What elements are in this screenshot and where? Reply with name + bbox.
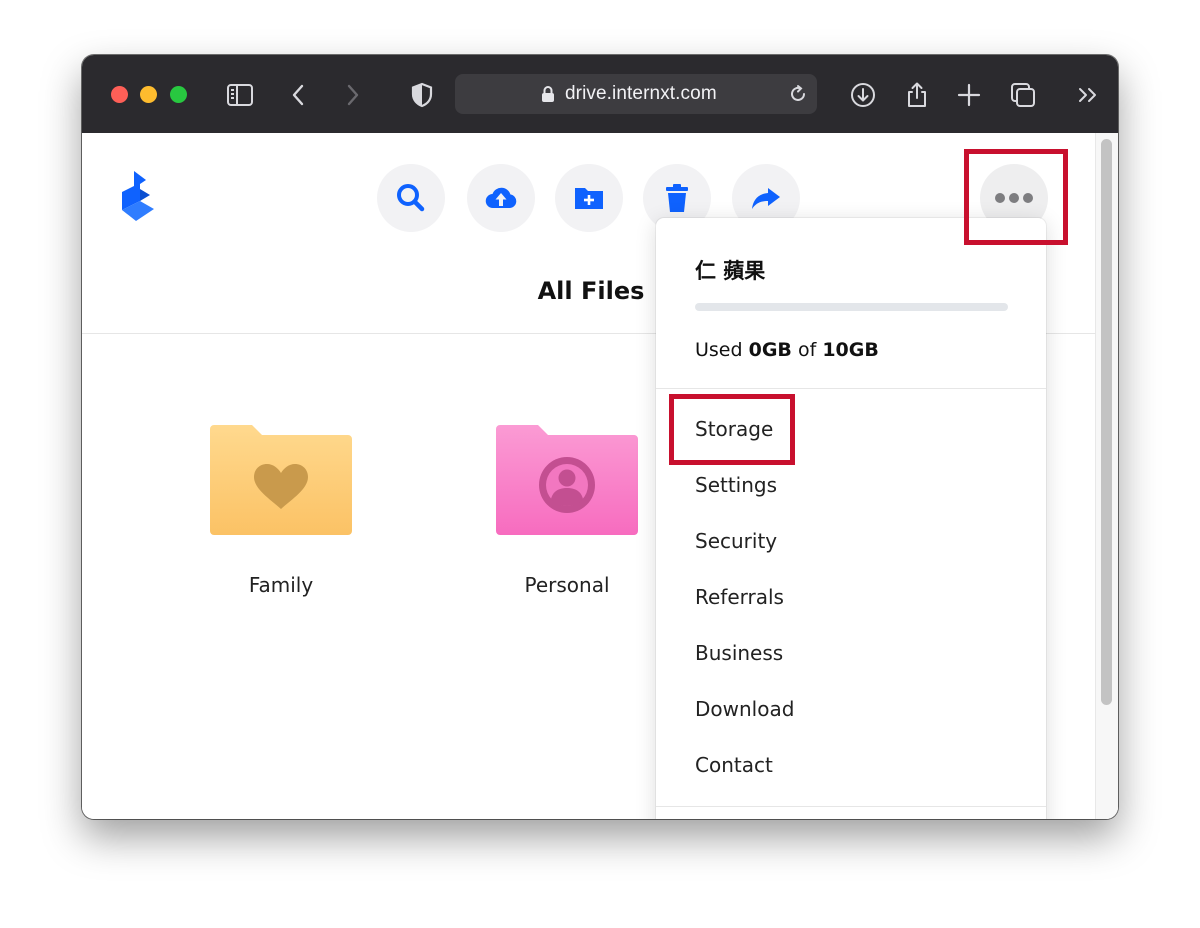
- folder-icon: [496, 425, 638, 535]
- folder-icon: [210, 425, 352, 535]
- tab-overview-icon[interactable]: [1009, 81, 1037, 109]
- zoom-window-button[interactable]: [170, 86, 187, 103]
- folder-item[interactable]: Personal: [477, 425, 657, 597]
- new-folder-icon: [575, 188, 603, 209]
- more-toolbar-items-icon[interactable]: [1075, 81, 1103, 109]
- upload-button[interactable]: [467, 164, 535, 232]
- menu-item-contact[interactable]: Contact: [656, 744, 1046, 800]
- user-name: 仁 蘋果: [695, 259, 766, 283]
- internxt-logo-icon[interactable]: [120, 171, 156, 225]
- folder-item[interactable]: Family: [191, 425, 371, 597]
- search-icon: [397, 184, 425, 212]
- web-page: All Files Family Personal 仁 蘋果 Used 0GB …: [82, 133, 1118, 819]
- url-text: drive.internxt.com: [565, 83, 717, 104]
- forward-icon[interactable]: [338, 81, 366, 109]
- trash-icon: [666, 184, 688, 212]
- menu-item-referrals[interactable]: Referrals: [656, 576, 1046, 632]
- lock-icon: [541, 85, 555, 103]
- close-window-button[interactable]: [111, 86, 128, 103]
- menu-divider: [656, 388, 1046, 389]
- account-menu: 仁 蘋果 Used 0GB of 10GB Storage Settings S…: [656, 218, 1046, 819]
- browser-toolbar: drive.internxt.com: [82, 55, 1118, 133]
- reload-icon[interactable]: [787, 83, 809, 105]
- address-bar[interactable]: drive.internxt.com: [455, 74, 817, 114]
- downloads-icon[interactable]: [849, 81, 877, 109]
- sidebar-toggle-icon[interactable]: [226, 81, 254, 109]
- user-icon: [539, 457, 595, 513]
- menu-items: Storage Settings Security Referrals Busi…: [656, 408, 1046, 800]
- scrollbar-thumb[interactable]: [1101, 139, 1112, 705]
- more-options-highlight: [964, 149, 1068, 245]
- new-folder-button[interactable]: [555, 164, 623, 232]
- minimize-window-button[interactable]: [140, 86, 157, 103]
- menu-item-settings[interactable]: Settings: [656, 464, 1046, 520]
- privacy-shield-icon[interactable]: [408, 81, 436, 109]
- browser-window: drive.internxt.com All Files Family Pers…: [82, 55, 1118, 819]
- page-title: All Files: [537, 277, 645, 305]
- menu-item-download[interactable]: Download: [656, 688, 1046, 744]
- folder-name: Personal: [524, 573, 610, 597]
- menu-item-business[interactable]: Business: [656, 632, 1046, 688]
- scrollbar[interactable]: [1095, 133, 1118, 819]
- storage-usage-bar: [695, 303, 1008, 311]
- share-icon: [752, 188, 780, 209]
- storage-usage-text: Used 0GB of 10GB: [695, 339, 879, 361]
- storage-highlight: [669, 394, 795, 465]
- menu-divider: [656, 806, 1046, 807]
- search-button[interactable]: [377, 164, 445, 232]
- cloud-upload-icon: [485, 187, 517, 209]
- folder-name: Family: [248, 573, 314, 597]
- back-icon[interactable]: [285, 81, 313, 109]
- new-tab-icon[interactable]: [955, 81, 983, 109]
- share-page-icon[interactable]: [903, 81, 931, 109]
- menu-item-security[interactable]: Security: [656, 520, 1046, 576]
